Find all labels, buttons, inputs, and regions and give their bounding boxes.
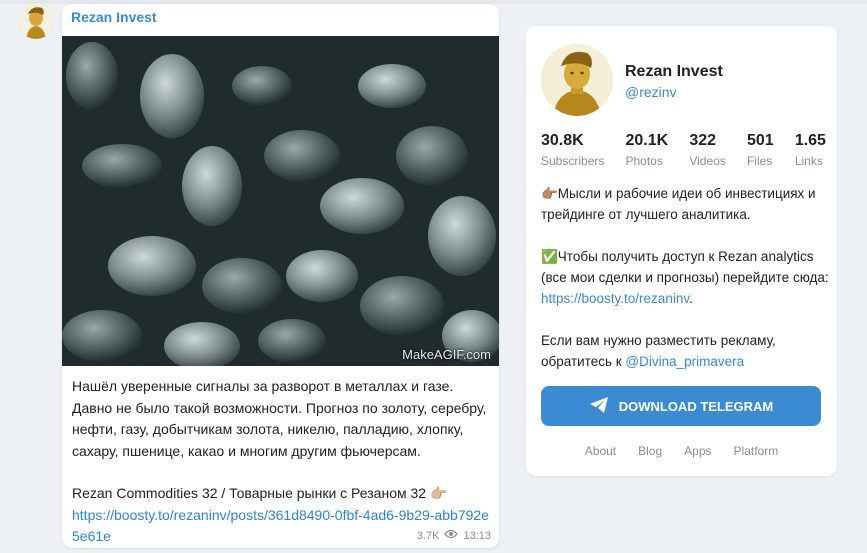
footer-link-apps[interactable]: Apps (684, 444, 711, 458)
message-time: 13:13 (463, 529, 491, 542)
message-paragraph: Rezan Commodities 32 / Товарные рынки с … (72, 485, 448, 501)
eye-icon (444, 529, 459, 542)
stat-photos[interactable]: 20.1K Photos (626, 132, 669, 168)
description-line: ✅Чтобы получить доступ к Rezan analytics… (541, 246, 831, 309)
footer-links: About Blog Apps Platform (526, 444, 837, 458)
message-meta: 3.7K 13:13 (417, 529, 491, 542)
download-telegram-button[interactable]: DOWNLOAD TELEGRAM (541, 386, 821, 426)
stat-value: 322 (689, 132, 717, 149)
advertising-contact-link[interactable]: @Divina_primavera (625, 354, 744, 369)
footer-link-about[interactable]: About (585, 444, 616, 458)
channel-description: 👉🏽Мысли и рабочие идеи об инвестициях и … (541, 183, 831, 372)
stat-value: 30.8K (541, 132, 584, 149)
coins-gif-image (62, 36, 499, 366)
stat-label: Links (794, 154, 823, 168)
download-button-label: DOWNLOAD TELEGRAM (618, 398, 774, 414)
channel-avatar-small[interactable] (18, 3, 54, 39)
telegram-plane-icon (589, 396, 609, 417)
stat-label: Files (746, 154, 773, 168)
message-paragraph: Нашёл уверенные сигналы за разворот в ме… (72, 378, 487, 459)
views-count: 3.7K (416, 529, 440, 542)
description-text: . (689, 291, 693, 306)
stat-links[interactable]: 1.65 Links (795, 132, 826, 168)
message-author[interactable]: Rezan Invest (71, 9, 157, 25)
description-line: Если вам нужно разместить рекламу, обрат… (541, 330, 831, 372)
gif-watermark: MakeAGIF.com (402, 347, 491, 362)
description-line: 👉🏽Мысли и рабочие идеи об инвестициях и … (541, 186, 816, 222)
stat-label: Photos (625, 154, 663, 168)
stat-videos[interactable]: 322 Videos (689, 132, 725, 168)
stat-label: Videos (689, 154, 726, 168)
channel-handle[interactable]: @rezinv (625, 84, 677, 100)
stat-value: 20.1K (625, 132, 669, 149)
stat-value: 1.65 (794, 132, 826, 149)
stat-label: Subscribers (541, 154, 605, 168)
channel-name: Rezan Invest (625, 63, 723, 80)
message-bubble: Rezan Invest MakeAGIF.com Нашёл уверенны… (62, 4, 499, 548)
channel-stats: 30.8K Subscribers 20.1K Photos 322 Video… (541, 132, 826, 168)
channel-info-card: Rezan Invest @rezinv 30.8K Subscribers 2… (526, 26, 837, 476)
stat-subscribers[interactable]: 30.8K Subscribers (541, 132, 604, 168)
footer-link-platform[interactable]: Platform (734, 444, 779, 458)
stat-files[interactable]: 501 Files (747, 132, 774, 168)
channel-avatar[interactable] (541, 44, 613, 116)
message-text: Нашёл уверенные сигналы за разворот в ме… (72, 376, 492, 548)
gif-media[interactable]: MakeAGIF.com (62, 36, 499, 366)
boosty-link[interactable]: https://boosty.to/rezaninv (541, 291, 689, 306)
footer-link-blog[interactable]: Blog (638, 444, 662, 458)
description-text: ✅Чтобы получить доступ к Rezan analytics… (541, 249, 829, 285)
stat-value: 501 (746, 132, 774, 149)
